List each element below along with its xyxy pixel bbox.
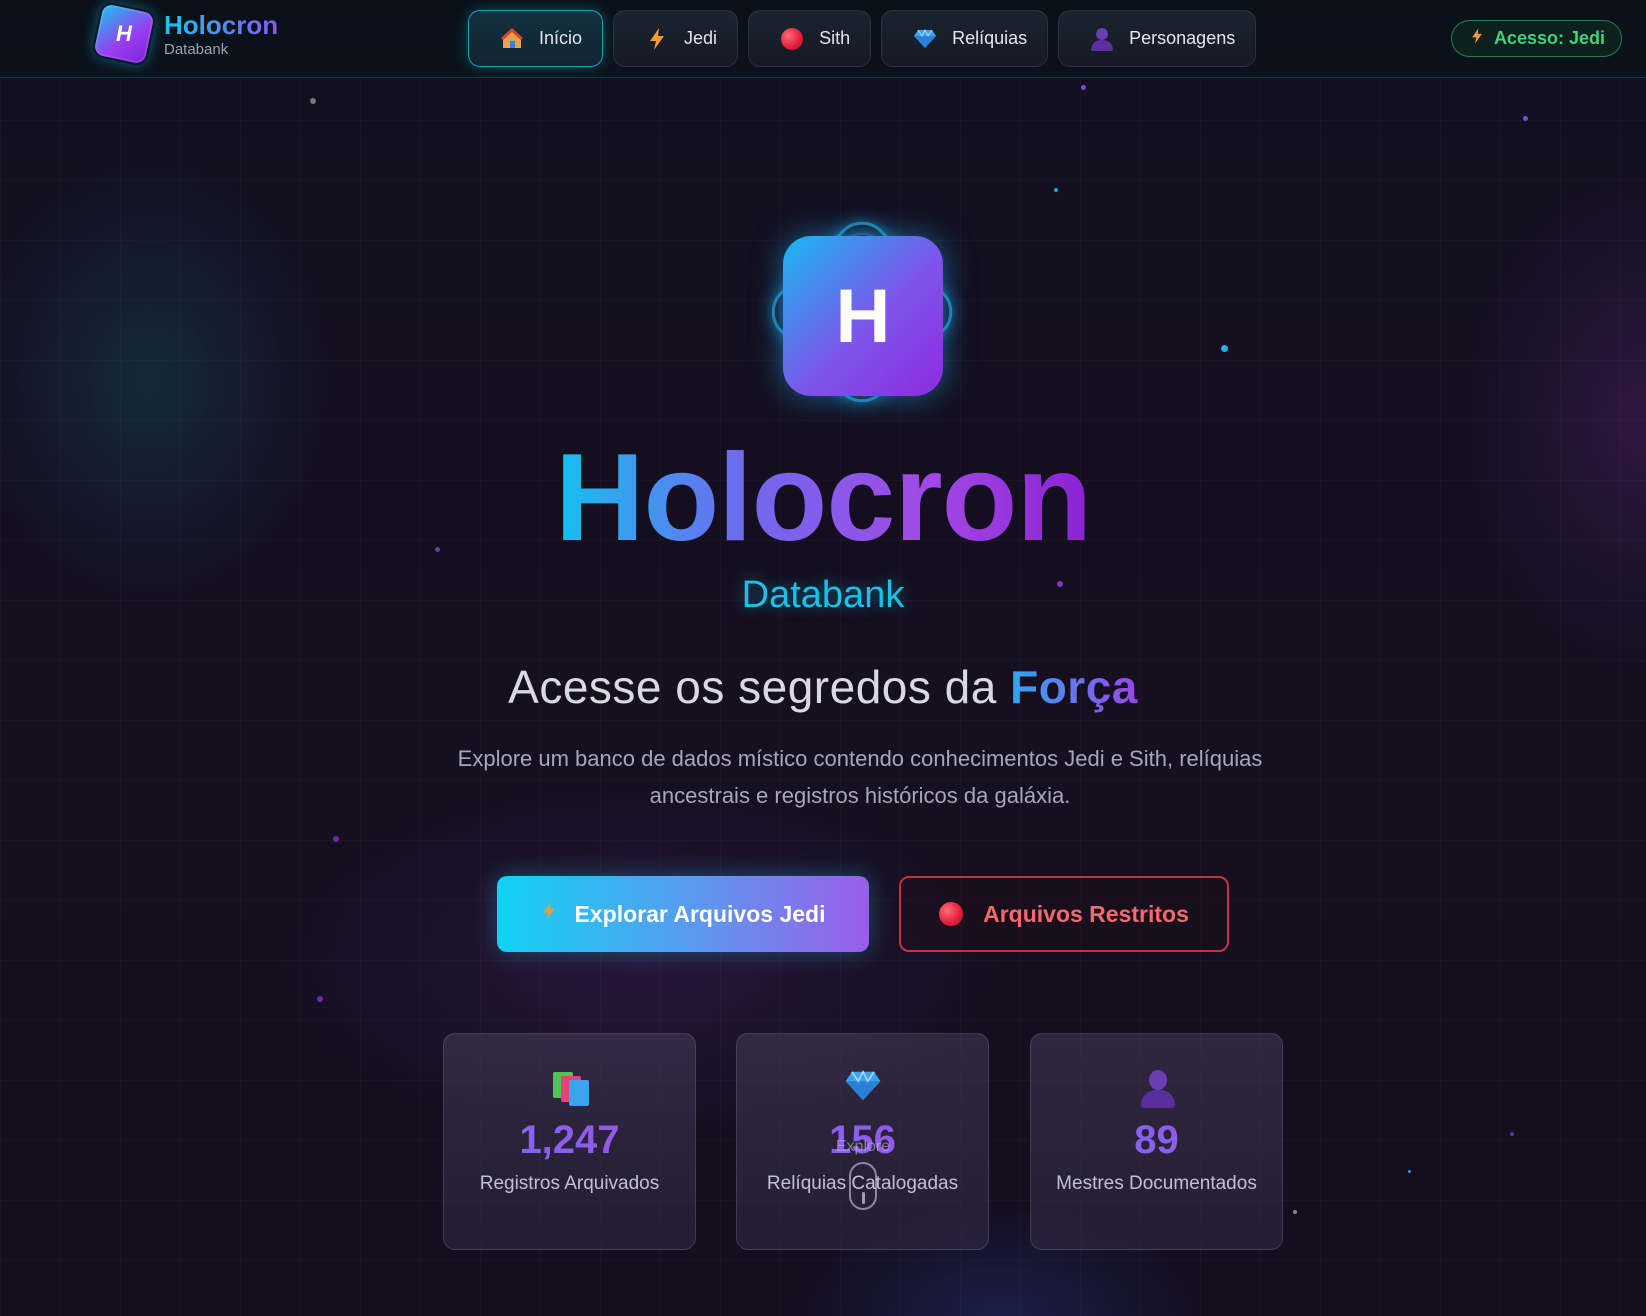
particle: [1408, 1170, 1411, 1173]
brand-title: Holocron: [164, 9, 279, 40]
access-label: Acesso: Jedi: [1493, 28, 1605, 48]
restricted-archives-button[interactable]: Arquivos Restritos: [899, 876, 1229, 952]
tab-reliquias[interactable]: Relíquias: [881, 10, 1049, 67]
mouse-scroll-icon: [849, 1162, 877, 1210]
particle: [1293, 1210, 1297, 1214]
tagline-prefix: Acesse os segredos da: [508, 661, 1011, 713]
tagline-highlight: Força: [1010, 661, 1138, 713]
explore-jedi-label: Explorar Arquivos Jedi: [574, 900, 826, 927]
restricted-archives-label: Arquivos Restritos: [983, 900, 1189, 927]
top-navbar: H Holocron Databank Início Jedi Sith Rel…: [0, 0, 1646, 78]
scroll-hint-label: Explore: [835, 1138, 891, 1155]
brand-subtitle: Databank: [164, 40, 229, 58]
hero-title: Holocron: [0, 428, 1646, 568]
stat-label: Mestres Documentados: [1056, 1173, 1257, 1194]
brand-logo-letter: H: [116, 20, 132, 46]
particle: [1510, 1132, 1514, 1136]
tab-label: Jedi: [684, 28, 718, 48]
person-icon: [1089, 26, 1115, 52]
nav-tabs: Início Jedi Sith Relíquias Personagens: [468, 10, 1257, 67]
person-icon: [1031, 1070, 1282, 1110]
lightning-icon: [644, 26, 670, 52]
stat-card-records: 1,247 Registros Arquivados: [443, 1033, 696, 1250]
brand-logo: H: [90, 0, 158, 68]
particle: [1221, 345, 1228, 352]
particle: [333, 836, 339, 842]
hero-logo: H: [760, 210, 964, 414]
tab-label: Relíquias: [952, 28, 1028, 48]
books-icon: [444, 1070, 695, 1110]
red-orb-icon: [779, 26, 805, 52]
gem-icon: [912, 26, 938, 52]
brand[interactable]: H Holocron Databank: [90, 0, 279, 68]
stat-card-masters: 89 Mestres Documentados: [1030, 1033, 1283, 1250]
tab-label: Sith: [819, 28, 851, 48]
tab-jedi[interactable]: Jedi: [613, 10, 739, 67]
lightning-icon: [1470, 26, 1484, 51]
access-badge[interactable]: Acesso: Jedi: [1450, 20, 1622, 57]
hero-title-text: Holocron: [554, 429, 1092, 567]
tab-label: Personagens: [1129, 28, 1236, 48]
house-icon: [499, 26, 525, 52]
particle: [1523, 116, 1528, 121]
particle: [1081, 85, 1086, 90]
stat-value: 89: [1031, 1118, 1282, 1163]
tab-inicio[interactable]: Início: [468, 10, 604, 67]
particle: [317, 996, 323, 1002]
tab-personagens[interactable]: Personagens: [1058, 10, 1257, 67]
lightning-icon: [541, 900, 557, 928]
tab-sith[interactable]: Sith: [748, 10, 872, 67]
hero-subtitle: Databank: [741, 574, 905, 616]
stat-value: 1,247: [444, 1118, 695, 1163]
tagline: Acesse os segredos da Força: [0, 660, 1646, 714]
red-orb-icon: [939, 902, 964, 926]
particle: [1054, 188, 1058, 192]
gem-icon: [737, 1069, 988, 1110]
hero-logo-tile: H: [783, 236, 943, 396]
particle: [310, 98, 316, 104]
tab-label: Início: [539, 28, 583, 48]
scroll-hint[interactable]: Explore: [823, 1138, 903, 1210]
stat-label: Registros Arquivados: [479, 1173, 660, 1194]
explore-jedi-button[interactable]: Explorar Arquivos Jedi: [497, 876, 869, 952]
hero-description: Explore um banco de dados místico conten…: [457, 746, 1263, 808]
